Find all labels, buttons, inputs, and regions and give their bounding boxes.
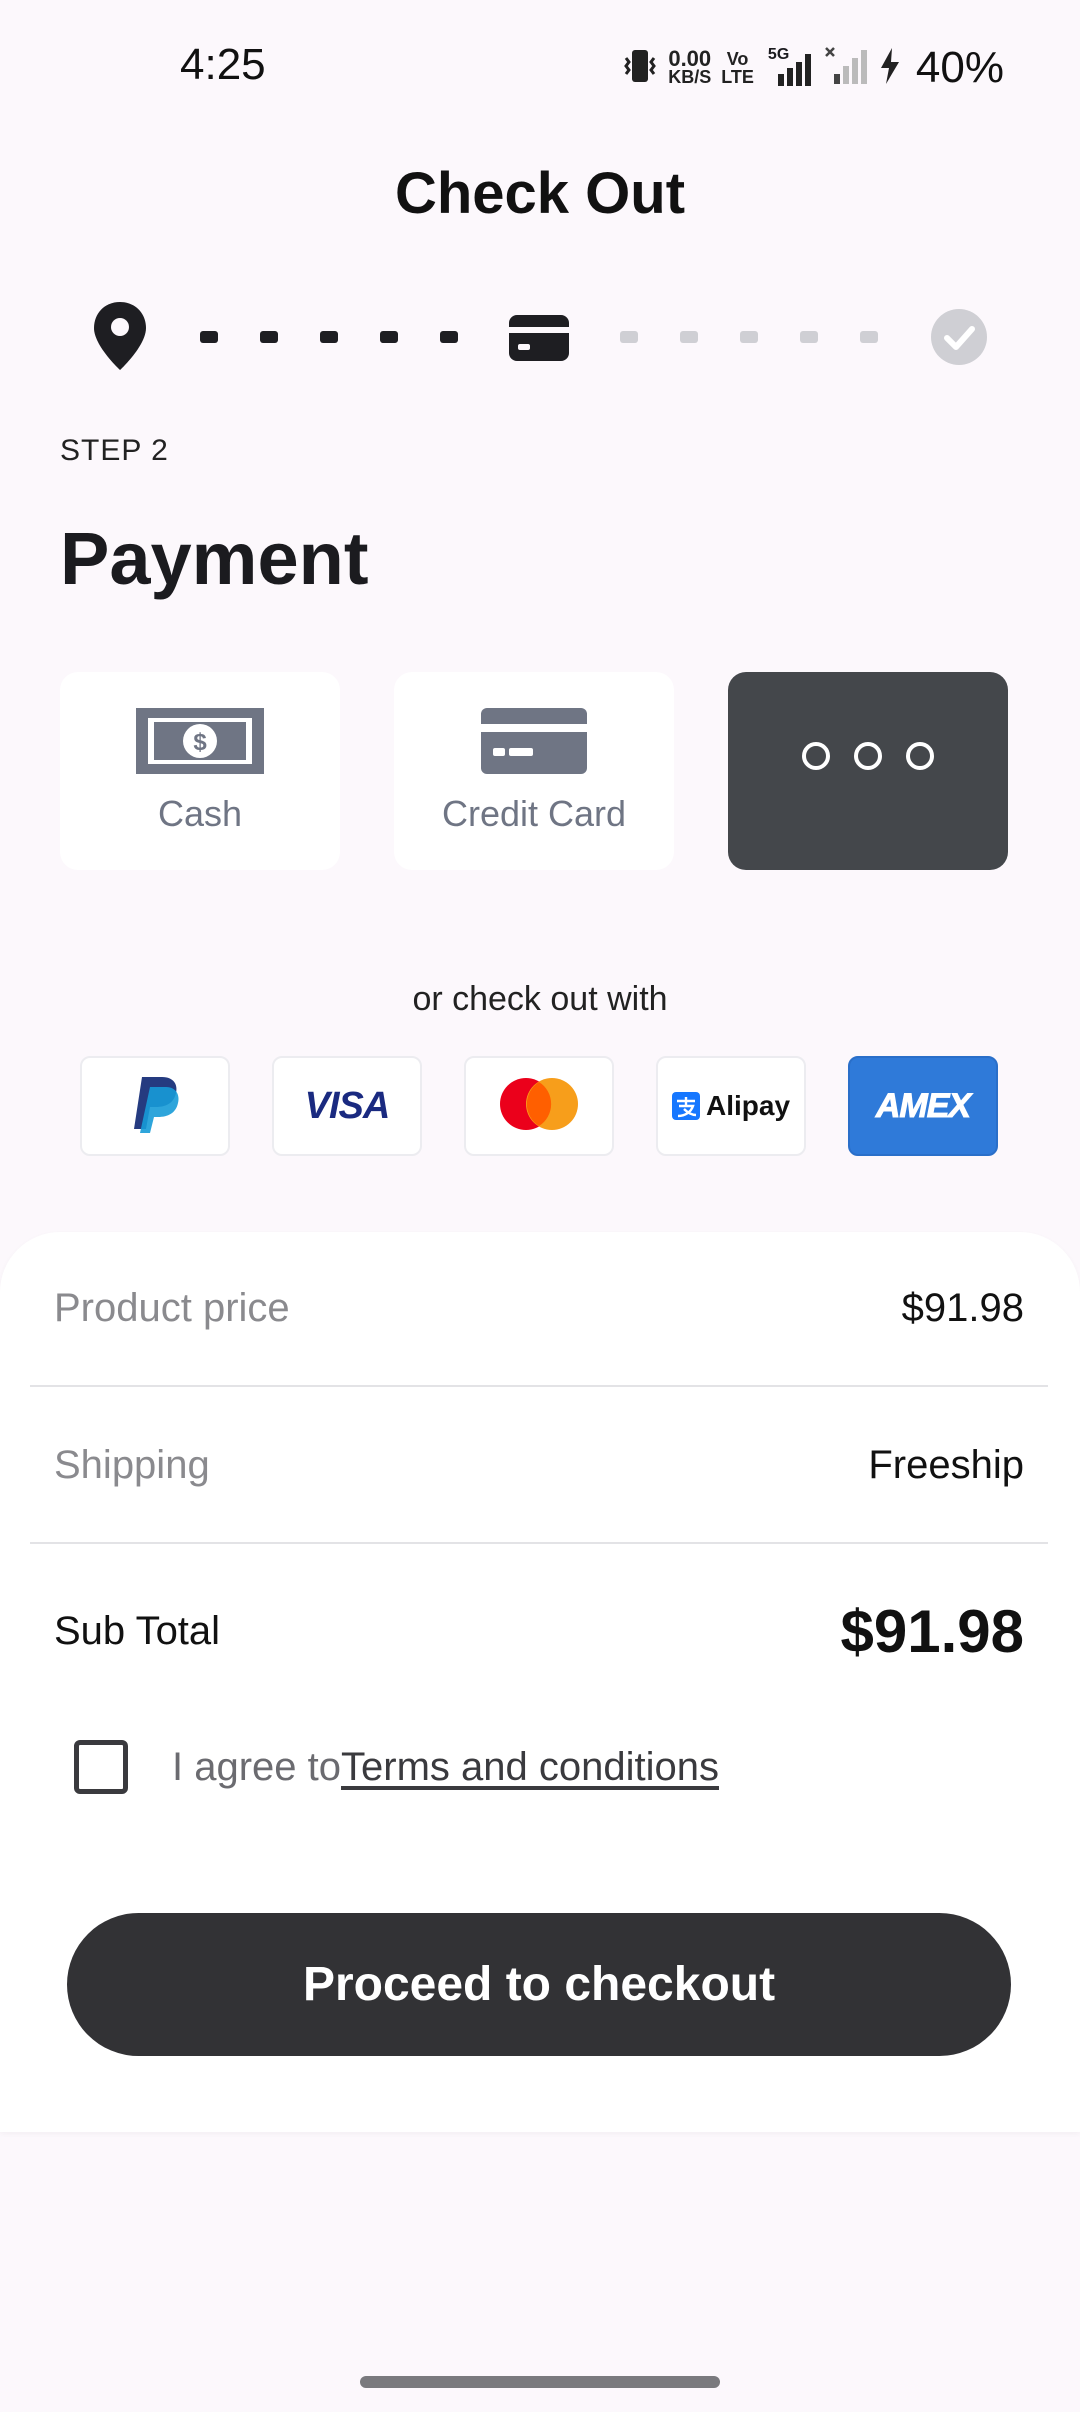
step-label: STEP 2: [60, 434, 169, 467]
stepper-dash: [800, 331, 818, 343]
agree-prefix: I agree to: [172, 1744, 342, 1789]
alipay-text: Alipay: [705, 1090, 791, 1121]
home-indicator[interactable]: [360, 2376, 720, 2388]
proceed-to-checkout-button[interactable]: Proceed to checkout: [67, 1913, 1011, 2056]
page-title: Check Out: [394, 161, 686, 226]
net-speed-unit: KB/S: [668, 67, 712, 87]
alipay-logo: Alipay: [671, 1090, 791, 1122]
shipping-value: Freeship: [868, 1443, 1024, 1487]
stepper-dash: [740, 331, 758, 343]
stepper-dash: [380, 331, 398, 343]
net-speed-value: 0.00: [668, 46, 712, 71]
brand-options: VISA Alipay AMEX: [80, 1056, 1000, 1156]
subtotal-label: Sub Total: [54, 1608, 221, 1653]
stepper-dash: [680, 331, 698, 343]
credit-card-icon: [481, 707, 587, 779]
method-label: Credit Card: [441, 792, 627, 834]
alt-checkout-label: or check out with: [412, 980, 668, 1018]
status-bar: 4:25 0.00 KB/S Vo LTE 5G 40%: [0, 0, 1080, 130]
amex-button[interactable]: AMEX: [848, 1056, 998, 1156]
product-price-row: Product price $91.98: [30, 1232, 1048, 1387]
check-circle-icon: [930, 308, 988, 371]
method-more[interactable]: [728, 672, 1008, 870]
terms-link[interactable]: Terms and conditions: [341, 1745, 719, 1790]
volte-bottom: LTE: [721, 67, 754, 87]
stepper-dash: [200, 331, 218, 343]
stepper-dash: [860, 331, 878, 343]
svg-text:$: $: [193, 729, 207, 756]
volte-top: Vo: [726, 49, 749, 69]
subtotal-value: $91.98: [840, 1597, 1024, 1665]
stepper-dash: [260, 331, 278, 343]
amex-logo: AMEX: [875, 1086, 971, 1125]
location-pin-icon: [90, 300, 150, 377]
terms-checkbox[interactable]: [74, 1740, 128, 1794]
payment-title: Payment: [60, 517, 369, 600]
charging-icon: [878, 46, 902, 91]
terms-agreement: I agree to Terms and conditions: [74, 1740, 719, 1794]
cash-icon: $: [136, 707, 264, 779]
payment-methods: $ Cash Credit Card: [60, 672, 1018, 870]
alipay-button[interactable]: Alipay: [656, 1056, 806, 1156]
subtotal-row: Sub Total $91.98: [30, 1546, 1048, 1716]
vibrate-icon: [622, 46, 658, 91]
visa-logo: VISA: [304, 1084, 391, 1127]
product-price-label: Product price: [54, 1286, 290, 1330]
paypal-button[interactable]: [80, 1056, 230, 1156]
paypal-logo: [130, 1075, 180, 1138]
more-dots-icon: [802, 742, 934, 770]
visa-button[interactable]: VISA: [272, 1056, 422, 1156]
credit-card-icon: [508, 314, 570, 367]
mastercard-logo: [494, 1075, 584, 1138]
stepper-dash: [620, 331, 638, 343]
volte-indicator: Vo LTE: [721, 50, 754, 86]
method-label: Cash: [157, 792, 243, 834]
stepper-dash: [440, 331, 458, 343]
status-time: 4:25: [180, 40, 266, 89]
stepper-dash: [320, 331, 338, 343]
signal-5g-icon: 5G: [764, 46, 814, 90]
net-speed: 0.00 KB/S: [668, 46, 712, 87]
shipping-label: Shipping: [54, 1443, 210, 1487]
method-credit-card[interactable]: Credit Card: [394, 672, 674, 870]
shipping-row: Shipping Freeship: [30, 1389, 1048, 1544]
mastercard-button[interactable]: [464, 1056, 614, 1156]
battery-percent: 40%: [915, 43, 1004, 92]
product-price-value: $91.98: [901, 1286, 1024, 1330]
status-icons: 0.00 KB/S Vo LTE 5G 40%: [622, 40, 1004, 96]
signal-weak-icon: [824, 44, 868, 93]
method-cash[interactable]: $ Cash: [60, 672, 340, 870]
